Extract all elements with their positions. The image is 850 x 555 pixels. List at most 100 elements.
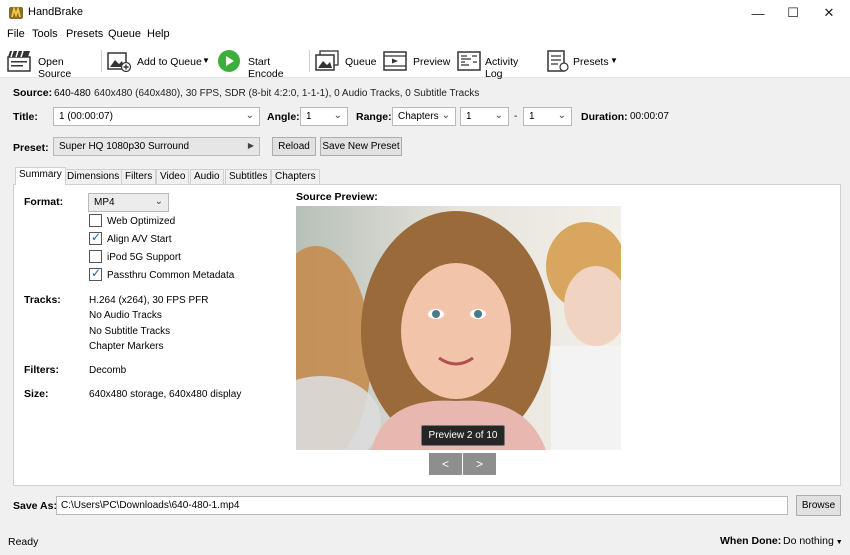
preview-button[interactable]: Preview [382, 48, 450, 74]
window-title: HandBrake [28, 6, 84, 18]
range-type-select[interactable]: Chapters ⌄ [392, 107, 456, 126]
tab-audio[interactable]: Audio [190, 169, 224, 184]
film-play-icon [383, 50, 407, 72]
track-item: Chapter Markers [89, 341, 164, 352]
toolbar: Open Source Add to Queue ▼ Start Encode [0, 44, 850, 80]
tab-subtitles[interactable]: Subtitles [225, 169, 272, 184]
menu-help[interactable]: Help [147, 28, 170, 40]
menu-queue[interactable]: Queue [108, 28, 141, 40]
when-done-value: Do nothing [783, 535, 834, 547]
angle-select[interactable]: 1 ⌄ [300, 107, 348, 126]
format-select[interactable]: MP4 ⌄ [88, 193, 169, 212]
queue-label: Queue [345, 56, 377, 68]
align-av-start-label: Align A/V Start [107, 234, 172, 245]
format-label: Format: [24, 196, 64, 208]
presets-label: Presets [573, 56, 609, 68]
reload-button[interactable]: Reload [272, 137, 316, 156]
save-as-path-input[interactable]: C:\Users\PC\Downloads\640-480-1.mp4 [56, 496, 788, 515]
track-item: No Audio Tracks [89, 310, 162, 321]
chevron-down-icon: ⌄ [441, 110, 450, 121]
chevron-right-icon: ▶ [247, 141, 254, 150]
browse-button[interactable]: Browse [796, 495, 841, 516]
size-value: 640x480 storage, 640x480 display [89, 389, 242, 400]
menu-bar: File Tools Presets Queue Help [0, 26, 850, 44]
save-as-label: Save As: [13, 500, 57, 512]
status-text: Ready [8, 536, 39, 548]
next-preview-button[interactable]: > [463, 453, 496, 475]
title-select[interactable]: 1 (00:00:07) ⌄ [53, 107, 260, 126]
save-new-preset-button[interactable]: Save New Preset [320, 137, 402, 156]
status-bar: Ready When Done: Do nothing ▼ [0, 529, 850, 555]
menu-presets[interactable]: Presets [66, 28, 103, 40]
tab-video[interactable]: Video [156, 169, 190, 184]
when-done-label: When Done: [720, 535, 782, 547]
size-label: Size: [24, 388, 49, 400]
range-start-value: 1 [466, 111, 472, 122]
filters-value: Decomb [89, 365, 127, 376]
range-dash: - [514, 111, 518, 122]
play-icon [218, 50, 240, 72]
previous-preview-button[interactable]: < [429, 453, 462, 475]
menu-file[interactable]: File [7, 28, 25, 40]
title-bar: HandBrake — ☐ ✕ [0, 0, 850, 26]
source-preview-image [296, 206, 621, 450]
add-to-queue-dropdown-icon[interactable]: ▼ [202, 56, 210, 65]
clapperboard-icon [7, 50, 31, 72]
web-optimized-checkbox[interactable] [89, 214, 102, 227]
queue-button[interactable]: Queue [314, 48, 377, 74]
track-item: No Subtitle Tracks [89, 326, 171, 337]
minimize-button[interactable]: — [741, 0, 775, 26]
passthru-metadata-checkbox[interactable] [89, 266, 102, 281]
presets-list-icon [546, 50, 570, 72]
duration-value: 00:00:07 [630, 111, 669, 122]
presets-button[interactable]: Presets ▼ [545, 48, 621, 74]
open-source-button[interactable]: Open Source [6, 48, 98, 80]
align-av-start-checkbox[interactable] [89, 230, 102, 245]
close-button[interactable]: ✕ [812, 0, 846, 26]
range-end-select[interactable]: 1 ⌄ [523, 107, 572, 126]
menu-tools[interactable]: Tools [32, 28, 58, 40]
chevron-down-icon: ⌄ [557, 110, 566, 121]
chevron-down-icon: ⌄ [154, 196, 163, 207]
preset-label: Preset: [13, 142, 49, 154]
source-name: 640-480 [54, 88, 91, 99]
add-image-icon [107, 50, 132, 73]
toolbar-separator [101, 50, 102, 72]
range-type-value: Chapters [398, 111, 439, 122]
chevron-down-icon: ⌄ [333, 110, 342, 121]
format-select-value: MP4 [94, 197, 115, 208]
range-start-select[interactable]: 1 ⌄ [460, 107, 509, 126]
angle-label: Angle: [267, 111, 300, 123]
images-stack-icon [315, 50, 339, 72]
add-to-queue-button[interactable]: Add to Queue ▼ [106, 48, 212, 74]
presets-dropdown-icon[interactable]: ▼ [610, 56, 618, 65]
tab-summary[interactable]: Summary [15, 167, 66, 185]
tab-dimensions[interactable]: Dimensions [63, 169, 124, 184]
title-label: Title: [13, 111, 38, 123]
range-end-value: 1 [529, 111, 535, 122]
preset-select[interactable]: Super HQ 1080p30 Surround ▶ [53, 137, 260, 156]
preset-select-value: Super HQ 1080p30 Surround [59, 141, 190, 152]
when-done-dropdown[interactable]: Do nothing ▼ [783, 535, 843, 551]
maximize-button[interactable]: ☐ [776, 0, 810, 26]
source-details: 640x480 (640x480), 30 FPS, SDR (8-bit 4:… [94, 88, 480, 99]
add-to-queue-label: Add to Queue [137, 56, 202, 68]
title-select-value: 1 (00:00:07) [59, 111, 113, 122]
source-label: Source: [13, 87, 53, 99]
duration-label: Duration: [581, 111, 628, 123]
track-item: H.264 (x264), 30 FPS PFR [89, 295, 209, 306]
tab-chapters[interactable]: Chapters [271, 169, 320, 184]
range-label: Range: [356, 111, 392, 123]
source-preview-label: Source Preview: [296, 191, 378, 203]
web-optimized-label: Web Optimized [107, 216, 176, 227]
ipod-5g-support-checkbox[interactable] [89, 250, 102, 263]
filters-label: Filters: [24, 364, 60, 376]
start-encode-button[interactable]: Start Encode [217, 48, 305, 80]
ipod-5g-support-label: iPod 5G Support [107, 252, 181, 263]
activity-log-button[interactable]: Activity Log [456, 48, 538, 80]
preview-badge: Preview 2 of 10 [421, 425, 505, 446]
tab-filters[interactable]: Filters [121, 169, 157, 184]
toolbar-separator [309, 50, 310, 72]
chevron-down-icon: ⌄ [494, 110, 503, 121]
chevron-down-icon: ▼ [835, 539, 843, 546]
